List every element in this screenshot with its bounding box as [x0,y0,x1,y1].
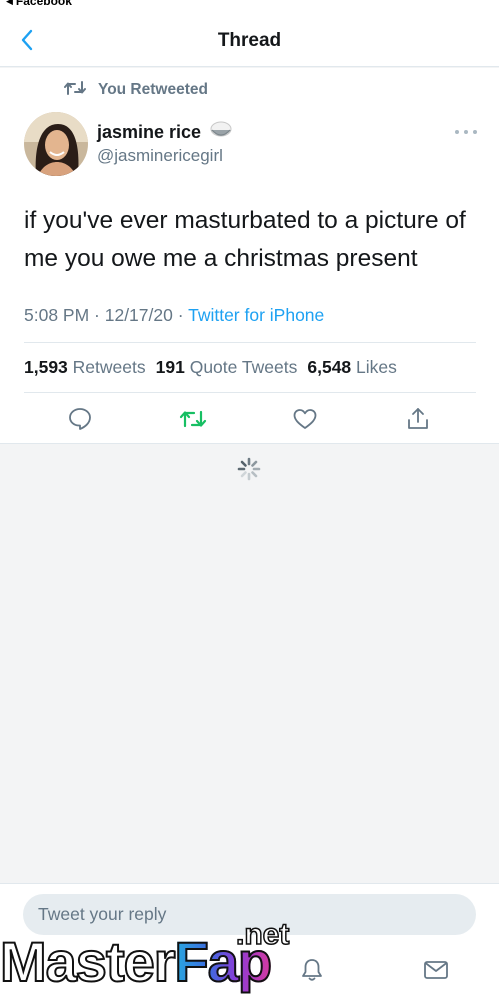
notifications-bell-icon[interactable] [298,956,326,984]
tweet-card: You Retweeted jasmine rice @jasminericeg… [0,68,499,444]
back-triangle-icon: ◀ [6,0,13,6]
more-options-icon[interactable] [455,128,477,136]
author-handle[interactable]: @jasminericegirl [97,146,223,166]
tweet-meta: 5:08 PM · 12/17/20 · Twitter for iPhone [24,305,324,326]
tweet-actions [0,405,499,435]
page-title: Thread [217,30,282,51]
retweets-stat[interactable]: 1,593 Retweets [24,357,146,378]
quote-tweets-label: Quote Tweets [189,357,298,377]
retweets-label: Retweets [72,357,146,377]
retweets-count: 1,593 [24,357,68,377]
retweet-button-icon[interactable] [179,405,207,433]
back-app-label: Facebook [15,0,72,8]
divider [24,392,476,393]
likes-label: Likes [356,357,397,377]
back-to-app-link[interactable]: ◀ Facebook [6,0,72,8]
divider [24,342,476,343]
tweet-source-link[interactable]: Twitter for iPhone [188,305,324,325]
author-name-row: jasmine rice [97,120,233,145]
display-name[interactable]: jasmine rice [97,122,201,143]
likes-stat[interactable]: 6,548 Likes [307,357,397,378]
reply-bar [0,883,499,1000]
retweet-context-label: You Retweeted [98,81,208,98]
share-icon[interactable] [404,405,432,433]
navigation-bar: Thread [0,12,499,67]
loading-spinner-icon [237,457,261,481]
messages-envelope-icon[interactable] [422,956,450,984]
reply-icon[interactable] [66,405,94,433]
like-heart-icon[interactable] [291,405,319,433]
rice-bowl-emoji-icon [209,120,233,145]
quote-tweets-count: 191 [155,357,185,377]
avatar[interactable] [24,112,88,176]
retweet-context: You Retweeted [64,80,208,100]
quote-tweets-stat[interactable]: 191 Quote Tweets [156,357,298,378]
likes-count: 6,548 [307,357,352,377]
retweet-icon [64,79,86,102]
tweet-timestamp: 5:08 PM · 12/17/20 · [24,305,189,325]
tweet-text: if you've ever masturbated to a picture … [24,207,466,272]
reply-input[interactable] [23,894,476,935]
tweet-stats: 1,593 Retweets 191 Quote Tweets 6,548 Li… [24,357,397,378]
status-bar: ◀ Facebook [0,0,499,12]
